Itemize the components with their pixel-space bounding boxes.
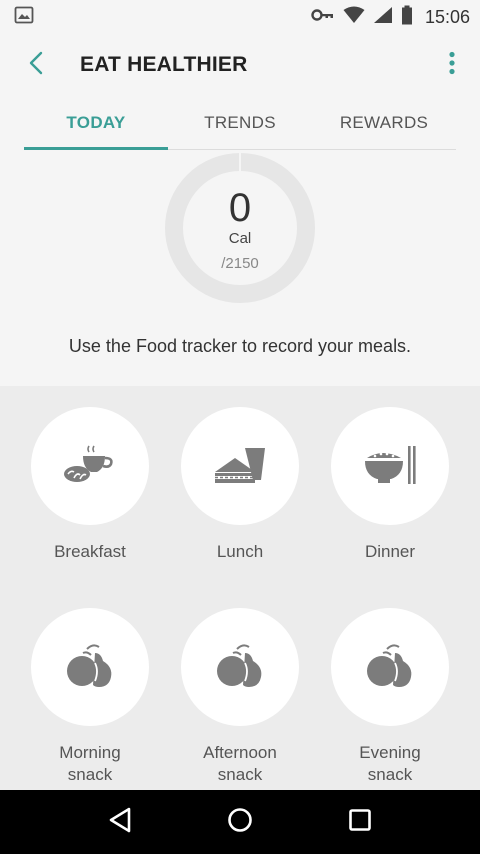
breakfast-icon	[63, 442, 117, 491]
meal-lunch[interactable]: Lunch	[170, 407, 310, 563]
meal-morning-snack-label: Morning snack	[59, 743, 121, 784]
meal-evening-snack-button[interactable]	[331, 608, 449, 726]
meal-breakfast-label: Breakfast	[54, 542, 126, 561]
calorie-ring: 0 Cal /2150	[164, 152, 316, 304]
meal-lunch-label: Lunch	[216, 542, 264, 561]
status-bar: 15:06	[0, 0, 480, 34]
meal-dinner[interactable]: Dinner	[320, 407, 460, 563]
calorie-value: 0	[228, 186, 252, 230]
tab-rewards[interactable]: REWARDS	[312, 96, 456, 149]
tab-trends[interactable]: TRENDS	[168, 96, 312, 149]
more-options-button[interactable]	[432, 34, 472, 96]
fruit-icon	[65, 641, 115, 694]
nav-back-button[interactable]	[96, 798, 144, 846]
fruit-icon	[365, 641, 415, 694]
meal-afternoon-snack-label: Afternoon snack	[203, 743, 277, 784]
chevron-left-icon	[28, 51, 44, 80]
meal-evening-snack-label: Evening snack	[359, 743, 421, 784]
meal-dinner-label: Dinner	[364, 542, 416, 561]
signal-icon	[373, 6, 393, 29]
meal-afternoon-snack-button[interactable]	[181, 608, 299, 726]
key-icon	[311, 8, 335, 27]
wifi-icon	[343, 6, 365, 29]
tab-today[interactable]: TODAY	[24, 96, 168, 150]
circle-home-icon	[227, 807, 253, 838]
nav-home-button[interactable]	[216, 798, 264, 846]
calorie-unit: Cal	[228, 230, 252, 247]
triangle-back-icon	[108, 807, 132, 838]
meal-evening-snack[interactable]: Evening snack	[320, 608, 460, 786]
image-notification-icon	[14, 6, 34, 29]
meal-dinner-button[interactable]	[331, 407, 449, 525]
meal-lunch-button[interactable]	[181, 407, 299, 525]
page-title: EAT HEALTHIER	[80, 53, 248, 76]
meal-breakfast-button[interactable]	[31, 407, 149, 525]
battery-icon	[401, 5, 413, 30]
more-vertical-icon	[448, 51, 456, 80]
meals-grid: Breakfast Lunch Dinner Morning snack Aft…	[0, 386, 480, 790]
rice-bowl-icon	[363, 442, 417, 491]
tab-bar: TODAY TRENDS REWARDS	[24, 96, 456, 150]
fruit-icon	[215, 641, 265, 694]
back-button[interactable]	[6, 34, 66, 96]
system-nav-bar	[0, 790, 480, 854]
clock: 15:06	[424, 6, 470, 27]
meal-afternoon-snack[interactable]: Afternoon snack	[170, 608, 310, 786]
nav-recents-button[interactable]	[336, 798, 384, 846]
app-bar: EAT HEALTHIER	[0, 34, 480, 96]
food-tracker-hint: Use the Food tracker to record your meal…	[68, 336, 412, 356]
meal-morning-snack-button[interactable]	[31, 608, 149, 726]
calorie-goal: /2150	[221, 255, 259, 272]
square-recents-icon	[348, 808, 372, 837]
sandwich-icon	[213, 442, 267, 491]
meal-morning-snack[interactable]: Morning snack	[20, 608, 160, 786]
meal-breakfast[interactable]: Breakfast	[20, 407, 160, 563]
